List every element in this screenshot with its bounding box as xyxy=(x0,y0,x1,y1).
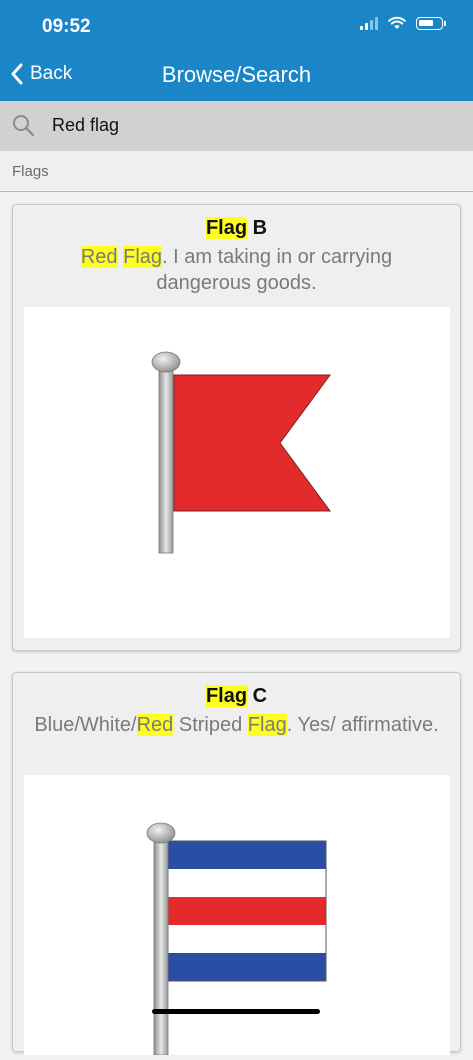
card-title: Flag B xyxy=(13,217,460,240)
desc-rest: . I am taking in or carrying dangerous g… xyxy=(156,246,393,294)
title-highlight: Flag xyxy=(205,685,248,707)
status-time: 09:52 xyxy=(42,16,91,37)
search-input[interactable]: Red flag xyxy=(52,115,119,136)
top-bar: 09:52 Back Browse/Search xyxy=(0,0,473,101)
signal-icon xyxy=(360,16,378,30)
title-highlight: Flag xyxy=(205,217,248,239)
search-icon xyxy=(13,115,35,137)
desc-highlight-red: Red xyxy=(80,246,118,268)
card-description: Red Flag. I am taking in or carrying dan… xyxy=(13,244,460,296)
wifi-icon xyxy=(388,16,406,29)
flag-card-c[interactable]: Flag C Blue/White/Red Striped Flag. Yes/… xyxy=(12,672,461,1056)
desc-text: Striped xyxy=(173,714,248,736)
section-header: Flags xyxy=(0,151,473,192)
desc-pre: Blue/White/ xyxy=(34,714,137,736)
desc-highlight-flag: Flag xyxy=(123,246,163,268)
section-label: Flags xyxy=(12,163,49,180)
page-title: Browse/Search xyxy=(161,62,312,87)
flag-b-image xyxy=(151,351,331,554)
card-title: Flag C xyxy=(13,685,460,708)
search-bar[interactable]: Red flag xyxy=(0,101,473,151)
status-icons xyxy=(360,16,446,30)
desc-highlight-flag: Flag xyxy=(247,714,287,736)
flag-image xyxy=(24,307,450,638)
desc-rest: . Yes/ affirmative. xyxy=(286,714,439,736)
desc-highlight-red: Red xyxy=(136,714,174,736)
title-rest: C xyxy=(247,685,268,707)
battery-icon xyxy=(416,16,446,30)
card-description: Blue/White/Red Striped Flag. Yes/ affirm… xyxy=(13,712,460,738)
flag-card-b[interactable]: Flag B Red Flag. I am taking in or carry… xyxy=(12,204,461,651)
title-rest: B xyxy=(247,217,268,239)
home-indicator xyxy=(152,1009,320,1014)
